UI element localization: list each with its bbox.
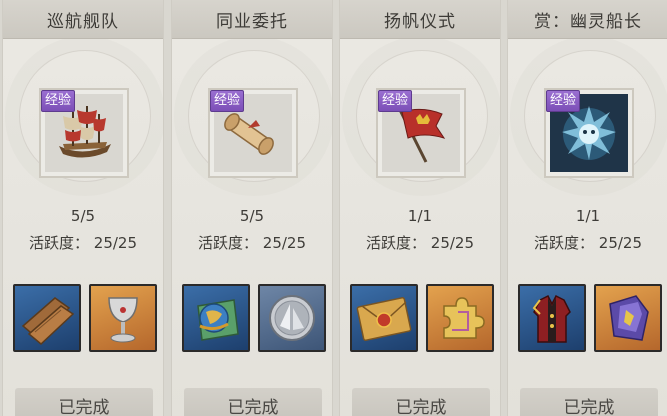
completed-button[interactable]: 已完成 (184, 388, 322, 416)
exp-badge: 经验 (210, 90, 245, 112)
reward-item-sail-coin[interactable] (258, 284, 326, 352)
activity-line: 活跃度： 25/25 (3, 232, 163, 253)
activity-line: 活跃度： 25/25 (172, 232, 332, 253)
progress-count: 1/1 (575, 207, 601, 225)
globe-map-icon (197, 299, 239, 341)
completed-button[interactable]: 已完成 (520, 388, 658, 416)
progress-count: 5/5 (70, 207, 96, 225)
progress-count: 5/5 (239, 207, 265, 225)
activity-label: 活跃度： (533, 234, 594, 252)
reward-item-fragment[interactable] (594, 284, 662, 352)
card-title: 同业委托 (172, 0, 332, 39)
reward-slot[interactable]: 经验 (544, 88, 634, 178)
task-card-peer-commission[interactable]: 同业委托 经验 5/5 活跃度： 25/25 已完成 (171, 0, 333, 416)
activity-value: 25/25 (430, 234, 475, 252)
purple-fragment-icon (609, 295, 649, 341)
activity-line: 活跃度： 25/25 (340, 232, 500, 253)
card-title: 扬帆仪式 (340, 0, 500, 39)
activity-line: 活跃度： 25/25 (508, 232, 667, 253)
completed-button[interactable]: 已完成 (352, 388, 490, 416)
card-title: 巡航舰队 (3, 0, 163, 39)
task-card-cruise-fleet[interactable]: 巡航舰队 经验 5/5 活跃度： 25/25 已完成 (2, 0, 164, 416)
card-title: 赏：幽灵船长 (508, 0, 667, 39)
reward-slot[interactable]: 经验 (376, 88, 466, 178)
reward-item-globe-map[interactable] (182, 284, 250, 352)
captain-coat-icon (532, 294, 571, 343)
reward-item-letter[interactable] (350, 284, 418, 352)
exp-badge: 经验 (546, 90, 581, 112)
puzzle-piece-icon (443, 297, 485, 339)
activity-label: 活跃度： (197, 234, 258, 252)
silver-sail-coin-icon (269, 295, 315, 341)
reward-item-goblet[interactable] (89, 284, 157, 352)
activity-value: 25/25 (93, 234, 138, 252)
sealed-letter-icon (356, 297, 412, 341)
task-card-row: 巡航舰队 经验 5/5 活跃度： 25/25 已完成 同业委托 经验 5/5 活… (0, 0, 667, 416)
reward-item-puzzle[interactable] (426, 284, 494, 352)
exp-badge: 经验 (378, 90, 413, 112)
wooden-planks-icon (21, 297, 75, 346)
activity-value: 25/25 (262, 234, 307, 252)
completed-button[interactable]: 已完成 (15, 388, 153, 416)
exp-badge: 经验 (41, 90, 76, 112)
task-card-ghost-captain[interactable]: 赏：幽灵船长 经验 1/1 活跃度： 25/25 已完成 (507, 0, 667, 416)
reward-item-coat[interactable] (518, 284, 586, 352)
progress-count: 1/1 (407, 207, 433, 225)
activity-value: 25/25 (598, 234, 643, 252)
reward-slot[interactable]: 经验 (208, 88, 298, 178)
activity-label: 活跃度： (365, 234, 426, 252)
activity-label: 活跃度： (28, 234, 89, 252)
silver-goblet-icon (108, 297, 138, 343)
reward-slot[interactable]: 经验 (39, 88, 129, 178)
reward-item-planks[interactable] (13, 284, 81, 352)
task-card-sailing-ceremony[interactable]: 扬帆仪式 经验 1/1 活跃度： 25/25 已完成 (339, 0, 501, 416)
